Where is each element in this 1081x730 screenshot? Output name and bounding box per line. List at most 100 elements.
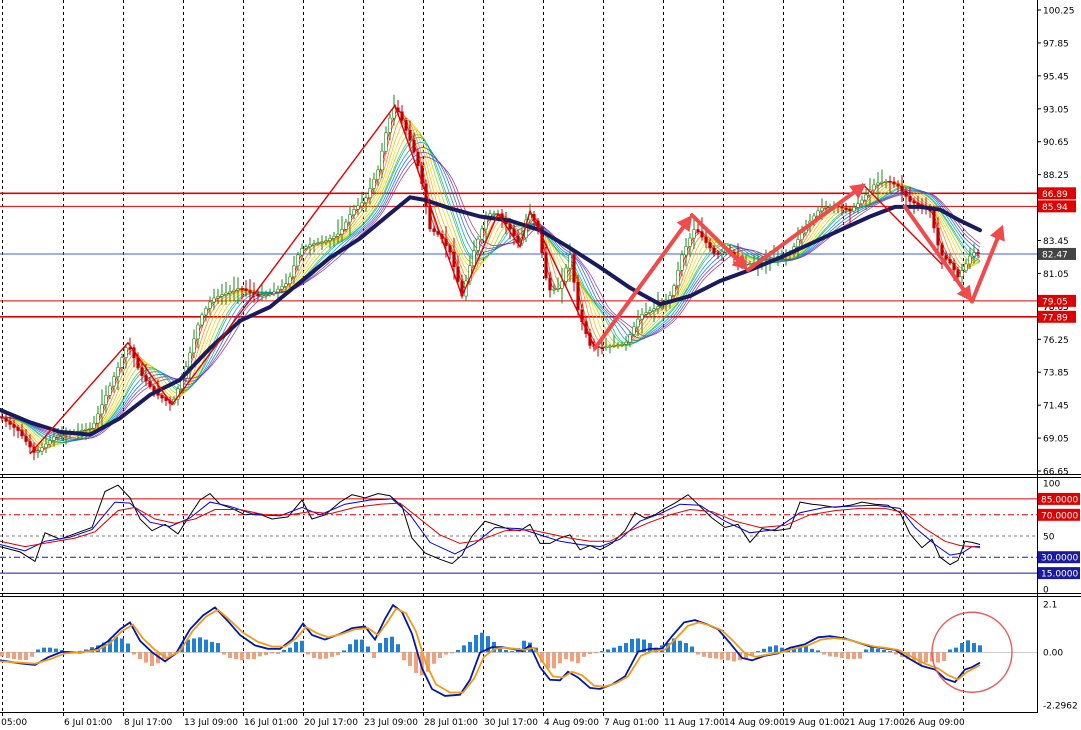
macd-bar [558,652,562,664]
price-tick-label: 83.45 [1043,237,1069,247]
candle-body [940,244,944,256]
macd-bar [438,652,442,658]
candle-body [544,252,548,279]
candle-body [120,357,124,368]
macd-bar [204,639,208,653]
candle-body [572,254,576,283]
macd-bar [726,652,730,661]
candle-body [292,265,296,278]
candle-body [564,267,568,282]
macd-bar [342,650,346,653]
macd-bar [702,652,706,657]
candle-body [116,367,120,377]
candle-body [548,277,552,291]
macd-bar [978,645,982,653]
candle-body [680,254,684,271]
macd-bar [24,652,28,661]
price-level-labels: 86.89 85.94 82.47 79.05 77.89 [1038,187,1076,323]
candle-body [972,252,976,257]
candle-body [408,130,412,141]
candle-body [264,294,268,296]
macd-bar [312,652,316,658]
candle-body [960,270,964,278]
candle-body [60,434,64,436]
candle-body [36,450,40,453]
macd-bar [30,652,34,657]
macd-bar [636,638,640,653]
stoch-tick-label: 100 [1043,480,1060,490]
candle-body [56,435,60,438]
macd-bar [708,652,712,658]
macd-bar [192,638,196,653]
candle-body [852,207,856,212]
time-tick-label: 8 Jul 17:00 [124,718,173,728]
candle-body [280,286,284,290]
macd-bar [408,652,412,667]
trading-chart[interactable]: 100.2597.8595.4593.0590.6588.2585.8583.4… [0,0,1081,730]
candle-body [20,430,24,437]
candle-body [620,344,624,346]
candle-body [336,233,340,237]
candle-body [644,312,648,315]
candle-body [900,186,904,192]
macd-bar [360,639,364,653]
macd-bar [606,649,610,653]
candle-body [284,283,288,287]
candle-body [112,376,116,387]
candle-body [96,413,100,424]
macd-bar [594,652,598,654]
candle-body [296,254,300,267]
candle-body [372,178,376,189]
candle-body [104,394,108,405]
macd-bar [588,652,592,655]
candle-body [448,245,452,253]
macd-bar [258,652,262,657]
macd-bar [966,640,970,653]
macd-bar [0,652,4,657]
candle-body [404,120,408,131]
macd-bar [270,652,274,654]
candle-body [144,375,148,382]
macd-bar [198,637,202,653]
candle-body [40,447,44,452]
price-tick-label: 95.45 [1043,72,1069,82]
price-tick-label: 76.25 [1043,336,1069,346]
candle-body [228,291,232,294]
candle-body [476,238,480,251]
macd-tick-label: 0.00 [1043,649,1063,659]
candle-body [0,416,4,419]
candle-body [196,324,200,340]
candle-body [688,237,692,247]
price-label-text: 85.94 [1042,203,1068,213]
candle-body [608,345,612,348]
candle-body [480,228,484,240]
candle-body [208,301,212,309]
candle-body [340,228,344,235]
candle-body [872,184,876,191]
time-tick-label: 20 Jul 17:00 [304,718,358,728]
candle-body [948,258,952,264]
stoch-tick-label: 0 [1043,586,1049,596]
candle-body [692,229,696,239]
candle-body [956,269,960,278]
macd-bar [324,652,328,659]
stoch-level-label: 30.0000 [1041,554,1078,564]
candle-body [568,254,572,269]
candle-body [360,202,364,207]
macd-bar [828,652,832,657]
candle-body [556,287,560,290]
macd-bar [120,638,124,653]
candle-body [332,235,336,239]
macd-bar [354,639,358,653]
macd-bar [462,645,466,653]
candle-body [508,223,512,230]
macd-bar [390,636,394,653]
macd-bar [822,652,826,655]
macd-bar [762,648,766,653]
price-tick-label: 73.85 [1043,369,1069,379]
price-tick-label: 97.85 [1043,39,1069,49]
candle-body [100,404,104,415]
candle-body [212,297,216,303]
candle-body [12,424,16,428]
candle-body [88,427,92,430]
